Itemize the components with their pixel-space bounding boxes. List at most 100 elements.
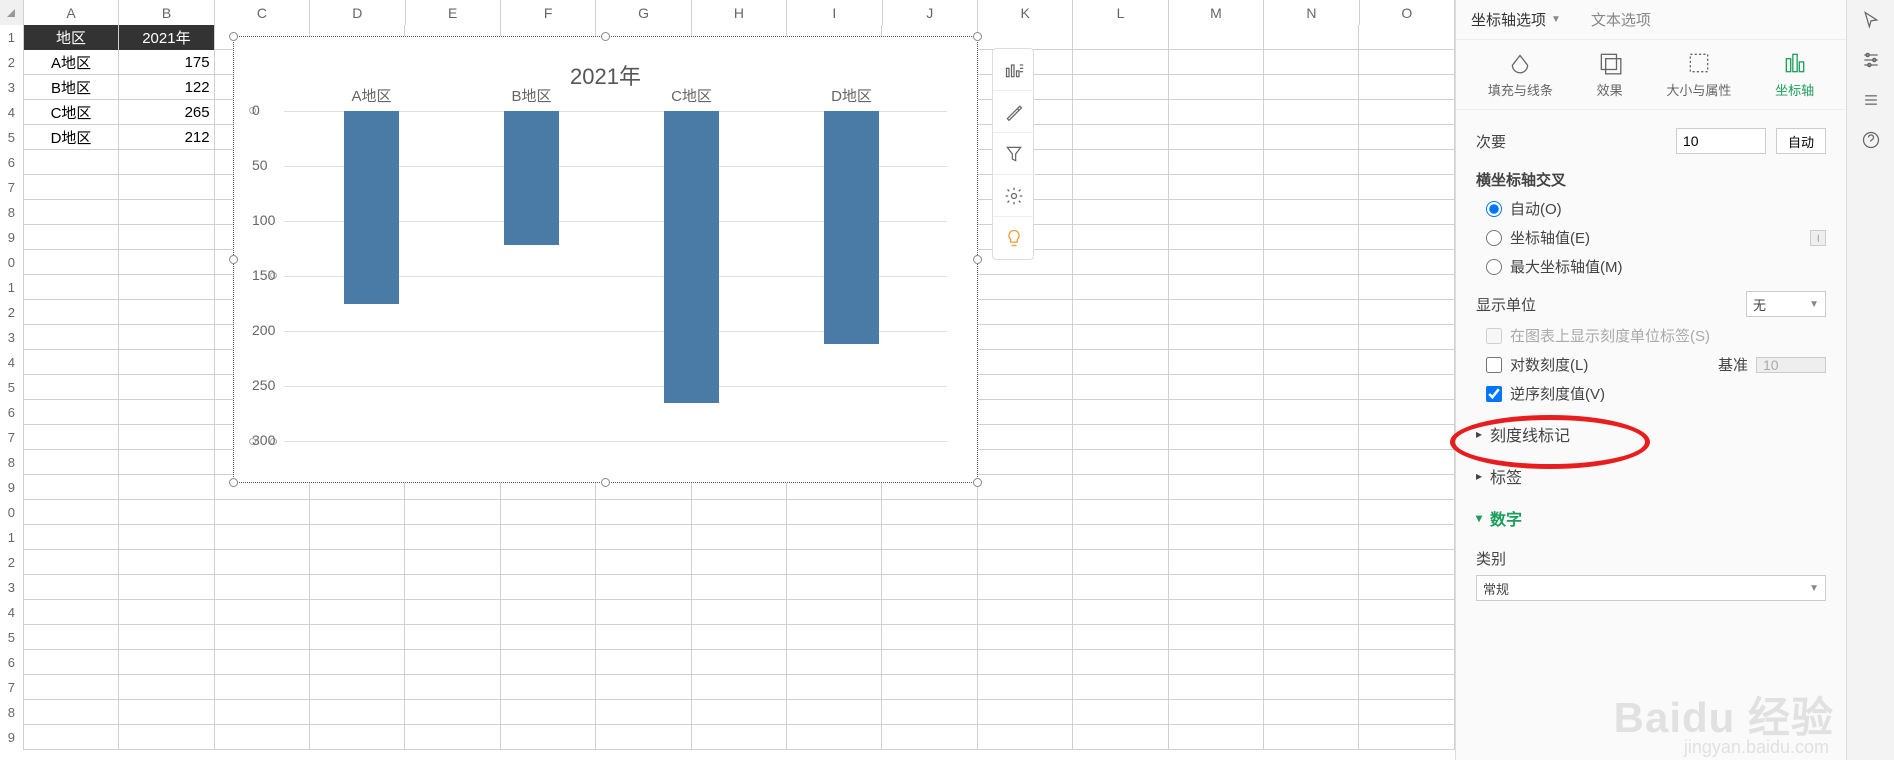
resize-handle[interactable]: [229, 478, 238, 487]
cell[interactable]: [1264, 75, 1359, 100]
cell[interactable]: [1264, 150, 1359, 175]
resize-handle[interactable]: [229, 32, 238, 41]
cell[interactable]: [596, 550, 691, 575]
cell[interactable]: [310, 500, 405, 525]
cell[interactable]: [882, 625, 977, 650]
cell[interactable]: [1264, 525, 1359, 550]
cell[interactable]: [787, 525, 882, 550]
cell[interactable]: [119, 675, 214, 700]
cell[interactable]: [24, 700, 119, 725]
cell[interactable]: [978, 450, 1073, 475]
cell[interactable]: [882, 600, 977, 625]
cell[interactable]: [978, 575, 1073, 600]
row-header[interactable]: 5: [0, 625, 24, 650]
cell[interactable]: [1073, 425, 1168, 450]
cell[interactable]: [978, 600, 1073, 625]
cell[interactable]: [1169, 400, 1264, 425]
cell[interactable]: [24, 525, 119, 550]
cell[interactable]: [1169, 700, 1264, 725]
cell[interactable]: [1264, 100, 1359, 125]
cell[interactable]: [787, 625, 882, 650]
cell[interactable]: [1264, 375, 1359, 400]
cell[interactable]: [1169, 150, 1264, 175]
help-tool[interactable]: [1847, 120, 1894, 160]
cell[interactable]: [1264, 500, 1359, 525]
row-header[interactable]: 2: [0, 550, 24, 575]
cell[interactable]: [24, 350, 119, 375]
cell[interactable]: [1073, 375, 1168, 400]
cell[interactable]: [310, 600, 405, 625]
cell[interactable]: [1169, 25, 1264, 50]
cell[interactable]: [310, 700, 405, 725]
cell[interactable]: [24, 325, 119, 350]
cell[interactable]: [1073, 700, 1168, 725]
cell[interactable]: [119, 700, 214, 725]
cell[interactable]: [692, 650, 787, 675]
tab-text-options[interactable]: 文本选项: [1591, 9, 1651, 30]
cell[interactable]: [1169, 200, 1264, 225]
cell[interactable]: [1359, 225, 1454, 250]
cell[interactable]: [310, 525, 405, 550]
cell[interactable]: 地区: [24, 25, 119, 50]
cell[interactable]: [1169, 50, 1264, 75]
cell[interactable]: [405, 500, 500, 525]
cell[interactable]: [1359, 550, 1454, 575]
cell[interactable]: [1264, 550, 1359, 575]
cell[interactable]: [978, 625, 1073, 650]
cell[interactable]: [1359, 250, 1454, 275]
cell[interactable]: [1169, 575, 1264, 600]
cell[interactable]: [1169, 375, 1264, 400]
cell[interactable]: [119, 525, 214, 550]
cell[interactable]: [501, 650, 596, 675]
cell[interactable]: A地区: [24, 50, 119, 75]
cell[interactable]: [1073, 50, 1168, 75]
cell[interactable]: [1169, 650, 1264, 675]
log-scale-check[interactable]: 对数刻度(L) 基准: [1486, 354, 1826, 375]
cell[interactable]: [1359, 300, 1454, 325]
cell[interactable]: [24, 150, 119, 175]
cell[interactable]: [1169, 600, 1264, 625]
chart-ideas-button[interactable]: [993, 217, 1035, 259]
cell[interactable]: [1359, 600, 1454, 625]
col-header[interactable]: C: [215, 0, 310, 25]
cell[interactable]: [1169, 475, 1264, 500]
cell[interactable]: [215, 675, 310, 700]
cell[interactable]: [119, 150, 214, 175]
cell[interactable]: [1264, 200, 1359, 225]
cell[interactable]: [119, 275, 214, 300]
tab-axis-options[interactable]: 坐标轴选项▼: [1471, 9, 1561, 30]
cell[interactable]: [119, 575, 214, 600]
cell[interactable]: [1359, 700, 1454, 725]
cell[interactable]: [1073, 250, 1168, 275]
cell[interactable]: [1169, 725, 1264, 750]
cell[interactable]: [24, 175, 119, 200]
cell[interactable]: [501, 700, 596, 725]
axis-tab[interactable]: 坐标轴: [1775, 50, 1814, 99]
cell[interactable]: [978, 475, 1073, 500]
cell[interactable]: [978, 275, 1073, 300]
cell[interactable]: [405, 725, 500, 750]
row-header[interactable]: 7: [0, 175, 24, 200]
chart-bar[interactable]: [824, 111, 879, 344]
properties-tool[interactable]: [1847, 40, 1894, 80]
cell[interactable]: [405, 600, 500, 625]
row-header[interactable]: 8: [0, 450, 24, 475]
cell[interactable]: [692, 500, 787, 525]
col-header[interactable]: M: [1169, 0, 1264, 25]
cell[interactable]: [978, 300, 1073, 325]
cell[interactable]: [787, 725, 882, 750]
row-header[interactable]: 7: [0, 675, 24, 700]
select-all-corner[interactable]: [0, 0, 24, 25]
cell[interactable]: [119, 350, 214, 375]
cell[interactable]: [1264, 425, 1359, 450]
cell[interactable]: [1073, 325, 1168, 350]
cell[interactable]: [501, 575, 596, 600]
cell[interactable]: B地区: [24, 75, 119, 100]
cell[interactable]: [310, 625, 405, 650]
cell[interactable]: [1073, 400, 1168, 425]
cell[interactable]: [1073, 550, 1168, 575]
cell[interactable]: [119, 425, 214, 450]
cell[interactable]: 175: [119, 50, 214, 75]
cell[interactable]: [1359, 350, 1454, 375]
cell[interactable]: [215, 550, 310, 575]
